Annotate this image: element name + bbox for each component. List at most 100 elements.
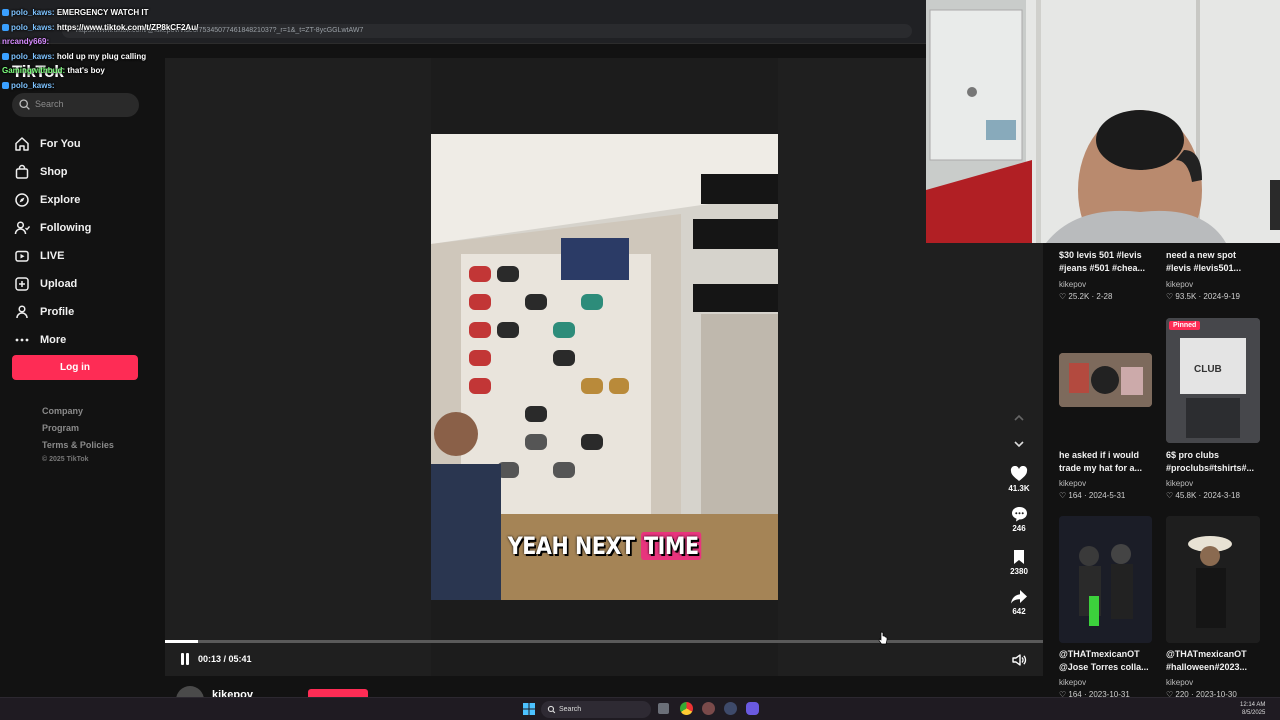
- comment-icon: [1011, 507, 1027, 522]
- video-card-stats: ♡ 25.2K · 2-28: [1059, 292, 1113, 301]
- footer-link-program[interactable]: Program: [42, 423, 114, 440]
- thumbnail-image: [1059, 516, 1152, 643]
- search-icon: [19, 99, 30, 110]
- login-button[interactable]: Log in: [12, 355, 138, 380]
- save-count: 2380: [1010, 567, 1028, 576]
- next-video-button[interactable]: [1004, 440, 1034, 448]
- video-card-title[interactable]: @THATmexicanOT #halloween#2023...: [1166, 648, 1262, 674]
- share-icon: [1011, 590, 1027, 604]
- search-input[interactable]: Search: [12, 93, 139, 117]
- pinned-badge: Pinned: [1169, 321, 1201, 330]
- webcam-feed: [926, 0, 1280, 243]
- task-view-icon[interactable]: [658, 703, 669, 714]
- sidebar-item-label: Upload: [40, 278, 78, 290]
- video-card-stats: ♡ 93.5K · 2024-9-19: [1166, 292, 1240, 301]
- more-icon: [15, 338, 29, 342]
- discord-icon[interactable]: [746, 702, 759, 715]
- video-card-stats: ♡ 164 · 2024-5-31: [1059, 491, 1126, 500]
- sidebar-item-more[interactable]: More: [14, 326, 154, 354]
- like-count: 41.3K: [1008, 484, 1030, 493]
- shop-icon: [15, 164, 29, 179]
- video-thumbnail[interactable]: [1059, 353, 1152, 407]
- video-card-title[interactable]: need a new spot #levis #levis501...: [1166, 249, 1262, 275]
- chevron-down-icon: [1014, 441, 1024, 448]
- sidebar-item-label: Explore: [40, 194, 81, 206]
- like-button[interactable]: 41.3K: [1004, 466, 1034, 493]
- video-thumbnail[interactable]: Pinned CLUB: [1166, 318, 1260, 443]
- chrome-icon[interactable]: [680, 702, 693, 715]
- footer-links: Company Program Terms & Policies: [42, 406, 114, 457]
- video-caption: YEAH NEXT TIME: [455, 532, 753, 560]
- video-card-author[interactable]: kikepov: [1166, 280, 1193, 289]
- sidebar-item-following[interactable]: Following: [14, 214, 154, 242]
- video-card-title[interactable]: he asked if i would trade my hat for a..…: [1059, 449, 1155, 475]
- sidebar-item-profile[interactable]: Profile: [14, 298, 154, 326]
- compass-icon: [15, 193, 29, 207]
- share-button[interactable]: 642: [1004, 589, 1034, 616]
- thumbnail-image: [1059, 353, 1152, 407]
- sidebar-nav: For You Shop Explore Following LIVE Uplo…: [14, 130, 154, 354]
- thumbnail-image: [1166, 318, 1260, 443]
- following-icon: [14, 221, 30, 235]
- footer-link-terms[interactable]: Terms & Policies: [42, 440, 114, 457]
- video-card-author[interactable]: kikepov: [1166, 678, 1193, 687]
- sidebar-item-label: Shop: [40, 166, 68, 178]
- pause-button[interactable]: [179, 653, 191, 666]
- sword-badge-icon: [2, 81, 9, 89]
- bookmark-icon: [1014, 550, 1024, 564]
- video-card-author[interactable]: kikepov: [1059, 678, 1086, 687]
- thumbnail-image: [1166, 516, 1260, 643]
- mouse-cursor-icon: [878, 631, 888, 645]
- related-videos-grid: $30 levis 501 #levis #jeans #501 #chea..…: [1043, 243, 1280, 700]
- prev-video-button[interactable]: [1004, 414, 1034, 422]
- video-card-title[interactable]: $30 levis 501 #levis #jeans #501 #chea..…: [1059, 249, 1155, 275]
- progress-fill: [165, 640, 199, 643]
- webcam-overlay: [926, 0, 1280, 243]
- video-card-title[interactable]: 6$ pro clubs #proclubs#tshirts#...: [1166, 449, 1262, 475]
- time-display: 00:13 / 05:41: [198, 654, 252, 664]
- footer-link-company[interactable]: Company: [42, 406, 114, 423]
- sidebar-item-label: More: [40, 334, 67, 346]
- video-card-author[interactable]: kikepov: [1166, 479, 1193, 488]
- app-icon[interactable]: [702, 702, 715, 715]
- sidebar-item-live[interactable]: LIVE: [14, 242, 154, 270]
- search-placeholder: Search: [35, 99, 64, 109]
- video-card-title[interactable]: @THATmexicanOT @Jose Torres colla...: [1059, 648, 1155, 674]
- comment-count: 246: [1012, 524, 1026, 533]
- copyright: © 2025 TikTok: [42, 456, 89, 463]
- thumbnail-label: CLUB: [1194, 364, 1222, 375]
- video-card-author[interactable]: kikepov: [1059, 479, 1086, 488]
- sidebar-item-shop[interactable]: Shop: [14, 158, 154, 186]
- share-count: 642: [1012, 607, 1026, 616]
- sidebar-item-label: Following: [40, 222, 92, 234]
- sword-badge-icon: [2, 52, 9, 60]
- taskbar-search[interactable]: Search: [541, 701, 651, 718]
- chevron-up-icon: [1014, 414, 1024, 421]
- windows-start-icon[interactable]: [523, 703, 535, 715]
- video-card-stats: ♡ 45.8K · 2024-3-18: [1166, 491, 1240, 500]
- comment-button[interactable]: 246: [1004, 506, 1034, 533]
- heart-icon: [1010, 466, 1028, 481]
- home-icon: [15, 137, 29, 151]
- sidebar-item-explore[interactable]: Explore: [14, 186, 154, 214]
- sidebar-item-label: For You: [40, 138, 81, 150]
- profile-icon: [16, 305, 28, 319]
- video-frame[interactable]: YEAH NEXT TIME: [431, 134, 778, 600]
- sword-badge-icon: [2, 9, 9, 16]
- progress-bar[interactable]: [165, 640, 1043, 643]
- save-button[interactable]: 2380: [1004, 549, 1034, 576]
- upload-icon: [15, 277, 29, 291]
- chat-message: nrcandy669:: [2, 37, 50, 46]
- tiktok-sidebar: TikTok Search For You Shop Explore Follo…: [0, 44, 165, 700]
- search-icon: [547, 705, 556, 714]
- sidebar-item-for-you[interactable]: For You: [14, 130, 154, 158]
- sidebar-item-upload[interactable]: Upload: [14, 270, 154, 298]
- volume-icon[interactable]: [1011, 652, 1027, 668]
- video-card-author[interactable]: kikepov: [1059, 280, 1086, 289]
- app-icon[interactable]: [724, 702, 737, 715]
- chat-message: polo_kaws: EMERGENCY WATCH IT: [2, 6, 222, 21]
- video-thumbnail[interactable]: [1059, 516, 1152, 643]
- video-thumbnail[interactable]: [1166, 516, 1260, 643]
- video-scene: [431, 134, 778, 600]
- taskbar-clock[interactable]: 12:14 AM 8/5/2025: [1240, 701, 1265, 717]
